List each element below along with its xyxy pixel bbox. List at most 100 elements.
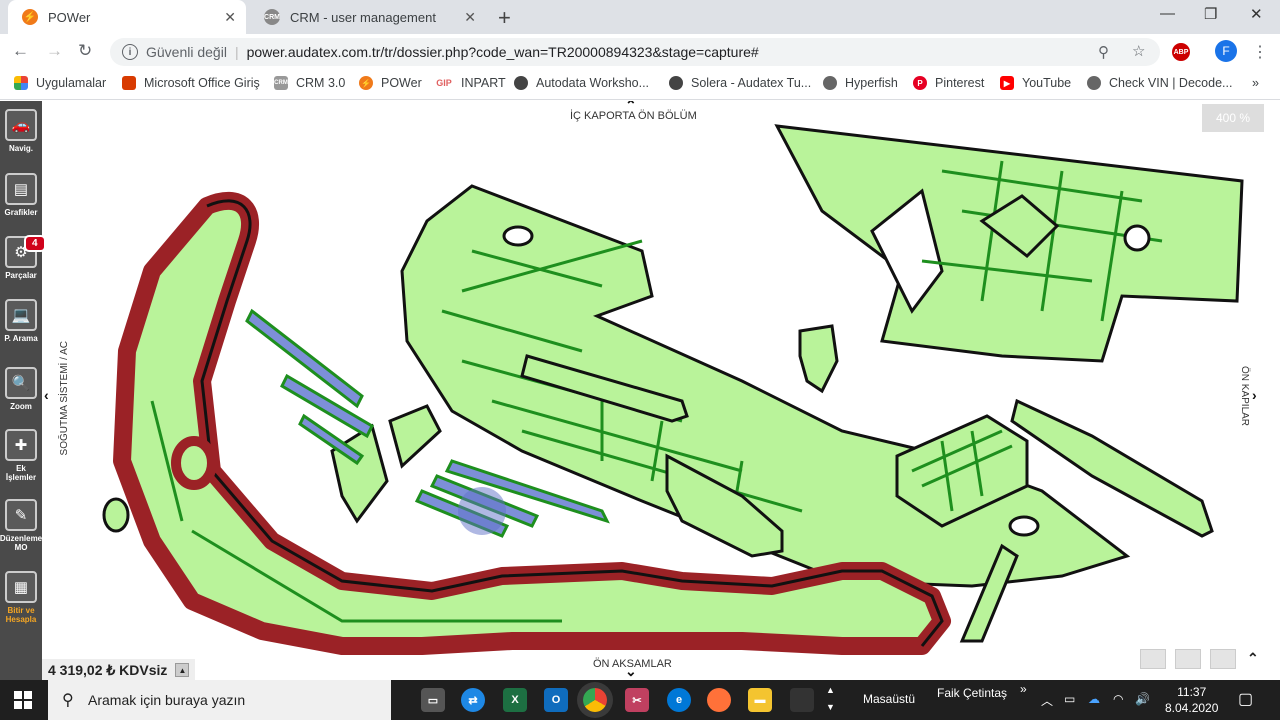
document-icon: ▤	[5, 173, 37, 205]
user-toolbar-label[interactable]: Faik Çetintaş	[937, 686, 1007, 700]
nav-left-icon[interactable]: ‹	[44, 387, 49, 403]
image-thumbnail-icon[interactable]	[1175, 649, 1201, 669]
bookmark-solera[interactable]: Solera - Audatex Tu...	[669, 76, 811, 90]
divider: |	[234, 44, 239, 60]
info-icon[interactable]: i	[122, 44, 138, 60]
bookmark-star-icon[interactable]: ☆	[1132, 42, 1145, 60]
pencil-icon: ✎	[5, 499, 37, 531]
bookmark-inpart[interactable]: GIP INPART	[435, 76, 505, 90]
clock-time: 11:37	[1177, 685, 1207, 699]
chrome-icon[interactable]	[583, 688, 607, 712]
sidebar-item-label: Navig.	[8, 144, 33, 153]
firefox-icon[interactable]	[707, 688, 731, 712]
bookmark-pinterest[interactable]: P Pinterest	[913, 76, 984, 90]
battery-icon[interactable]: ▭	[1064, 692, 1075, 706]
bookmark-label: Autodata Worksho...	[536, 76, 650, 90]
nav-label-left[interactable]: SOĞUTMA SİSTEMİ / AC	[59, 341, 70, 455]
plus-icon: ✚	[5, 429, 37, 461]
volume-icon[interactable]: 🔊	[1135, 692, 1150, 706]
bookmarks-overflow-icon[interactable]: »	[1252, 76, 1259, 90]
taskbar-scroll-icon[interactable]: ▲ ▼	[826, 682, 835, 716]
diagram-hole	[1008, 515, 1040, 537]
address-bar[interactable]: i Güvenli değil | power.audatex.com.tr/t…	[110, 38, 1160, 66]
restore-icon[interactable]: ❐	[1204, 5, 1217, 23]
wifi-icon[interactable]: ◠	[1113, 692, 1123, 706]
bookmarks-bar: Uygulamalar Microsoft Office Giriş CRM C…	[0, 70, 1280, 100]
diagram-hole	[1123, 224, 1151, 252]
image-thumbnail-icon[interactable]	[1210, 649, 1236, 669]
window-close-icon[interactable]: ✕	[1250, 5, 1263, 23]
tab-title: CRM - user management	[290, 9, 436, 25]
sidebar-item-ek-islemler[interactable]: ✚ Ek İşlemler	[2, 421, 40, 483]
search-icon: ⚲	[62, 692, 74, 709]
windows-start-icon[interactable]	[14, 691, 32, 709]
system-clock[interactable]: 11:37 8.04.2020	[1165, 684, 1218, 716]
sidebar-item-bitir-hesapla[interactable]: ▦ Bitir ve Hesapla	[2, 563, 40, 625]
snipping-tool-icon[interactable]: ✂	[625, 688, 649, 712]
expand-up-icon[interactable]: ▲	[175, 663, 190, 677]
sidebar-item-duzenleme[interactable]: ✎ Düzenleme MO	[0, 491, 42, 553]
task-view-icon[interactable]: ▭	[421, 688, 445, 712]
tray-chevron-icon[interactable]: ︿	[1041, 692, 1053, 709]
profile-avatar[interactable]: F	[1215, 40, 1237, 62]
nav-label-bottom[interactable]: ÖN AKSAMLAR	[593, 658, 672, 670]
bookmark-label: CRM 3.0	[296, 76, 346, 90]
power-favicon-icon: ⚡	[22, 9, 38, 25]
back-icon[interactable]: ←	[12, 41, 29, 61]
sidebar-item-navig[interactable]: 🚗 Navig.	[2, 101, 40, 163]
bookmark-hyperfish[interactable]: Hyperfish	[823, 76, 898, 90]
new-tab-icon[interactable]: +	[498, 5, 511, 31]
bookmark-youtube[interactable]: ▶ YouTube	[1000, 76, 1071, 90]
bookmark-checkvin[interactable]: Check VIN | Decode...	[1087, 76, 1232, 90]
windows-taskbar: ⚲ Aramak için buraya yazın ▭ ⇄ X O ✂ e ▬…	[0, 680, 1280, 720]
app-icon[interactable]	[790, 688, 814, 712]
parts-diagram-canvas[interactable]: ⌃ ⌄ ‹ › 400 %	[42, 101, 1280, 680]
adblock-icon[interactable]: ABP	[1172, 43, 1190, 61]
globe-icon	[1087, 76, 1101, 90]
desktop-toolbar-label[interactable]: Masaüstü	[863, 692, 915, 706]
menu-kebab-icon[interactable]: ⋮	[1252, 42, 1268, 62]
file-explorer-icon[interactable]: ▬	[748, 688, 772, 712]
bookmark-apps[interactable]: Uygulamalar	[14, 76, 106, 90]
sidebar-item-zoom[interactable]: 🔍 Zoom	[2, 359, 40, 421]
image-thumbnail-icon[interactable]	[1140, 649, 1166, 669]
excel-icon[interactable]: X	[503, 688, 527, 712]
price-summary: 4 319,02 ₺ KDVsiz ▲	[42, 659, 196, 680]
power-icon: ⚡	[359, 76, 373, 90]
security-label: Güvenli değil	[146, 44, 227, 60]
outlook-icon[interactable]: O	[544, 688, 568, 712]
edge-icon[interactable]: e	[667, 688, 691, 712]
forward-icon[interactable]: →	[46, 41, 63, 61]
sidebar-item-grafikler[interactable]: ▤ Grafikler	[2, 165, 40, 227]
bookmark-crm[interactable]: CRM CRM 3.0	[274, 76, 345, 90]
onedrive-icon[interactable]: ☁	[1088, 692, 1100, 706]
toolbar-overflow-icon[interactable]: »	[1020, 682, 1027, 696]
url-text[interactable]: power.audatex.com.tr/tr/dossier.php?code…	[247, 44, 759, 60]
minimize-icon[interactable]: —	[1160, 5, 1175, 22]
bookmark-label: Microsoft Office Giriş	[144, 76, 260, 90]
apps-grid-icon	[14, 76, 28, 90]
sidebar-item-label: Zoom	[10, 402, 32, 411]
bookmark-autodata[interactable]: Autodata Worksho...	[514, 76, 649, 90]
parts-diagram[interactable]	[42, 101, 1280, 680]
close-tab-icon[interactable]: ✕	[464, 9, 476, 26]
teamviewer-icon[interactable]: ⇄	[461, 688, 485, 712]
nav-label-top[interactable]: İÇ KAPORTA ÖN BÖLÜM	[570, 110, 697, 122]
notifications-icon[interactable]: ▢	[1238, 689, 1253, 709]
sidebar: 🚗 Navig. ▤ Grafikler ⚙ Parçalar 4 💻 P. A…	[0, 101, 46, 680]
taskbar-search[interactable]: ⚲ Aramak için buraya yazın	[48, 680, 391, 720]
tab-crm[interactable]: CRM CRM - user management ✕	[250, 0, 486, 34]
bookmark-power[interactable]: ⚡ POWer	[359, 76, 422, 90]
nav-label-right[interactable]: ÖN KAPILAR	[1239, 366, 1250, 426]
thumbnails-expand-icon[interactable]: ⌃	[1247, 650, 1259, 667]
reload-icon[interactable]: ↻	[78, 41, 92, 61]
close-tab-icon[interactable]: ✕	[224, 9, 236, 26]
sidebar-item-label: Ek İşlemler	[5, 464, 37, 482]
sidebar-item-p-arama[interactable]: 💻 P. Arama	[2, 291, 40, 353]
bookmark-office[interactable]: Microsoft Office Giriş	[122, 76, 260, 90]
zoom-magnifier-icon[interactable]: ⚲	[1098, 43, 1109, 61]
nav-right-icon[interactable]: ›	[1252, 387, 1257, 403]
tab-power[interactable]: ⚡ POWer ✕	[8, 0, 246, 34]
hover-highlight	[458, 487, 506, 535]
tab-strip: ⚡ POWer ✕ CRM CRM - user management ✕ + …	[0, 0, 1280, 34]
